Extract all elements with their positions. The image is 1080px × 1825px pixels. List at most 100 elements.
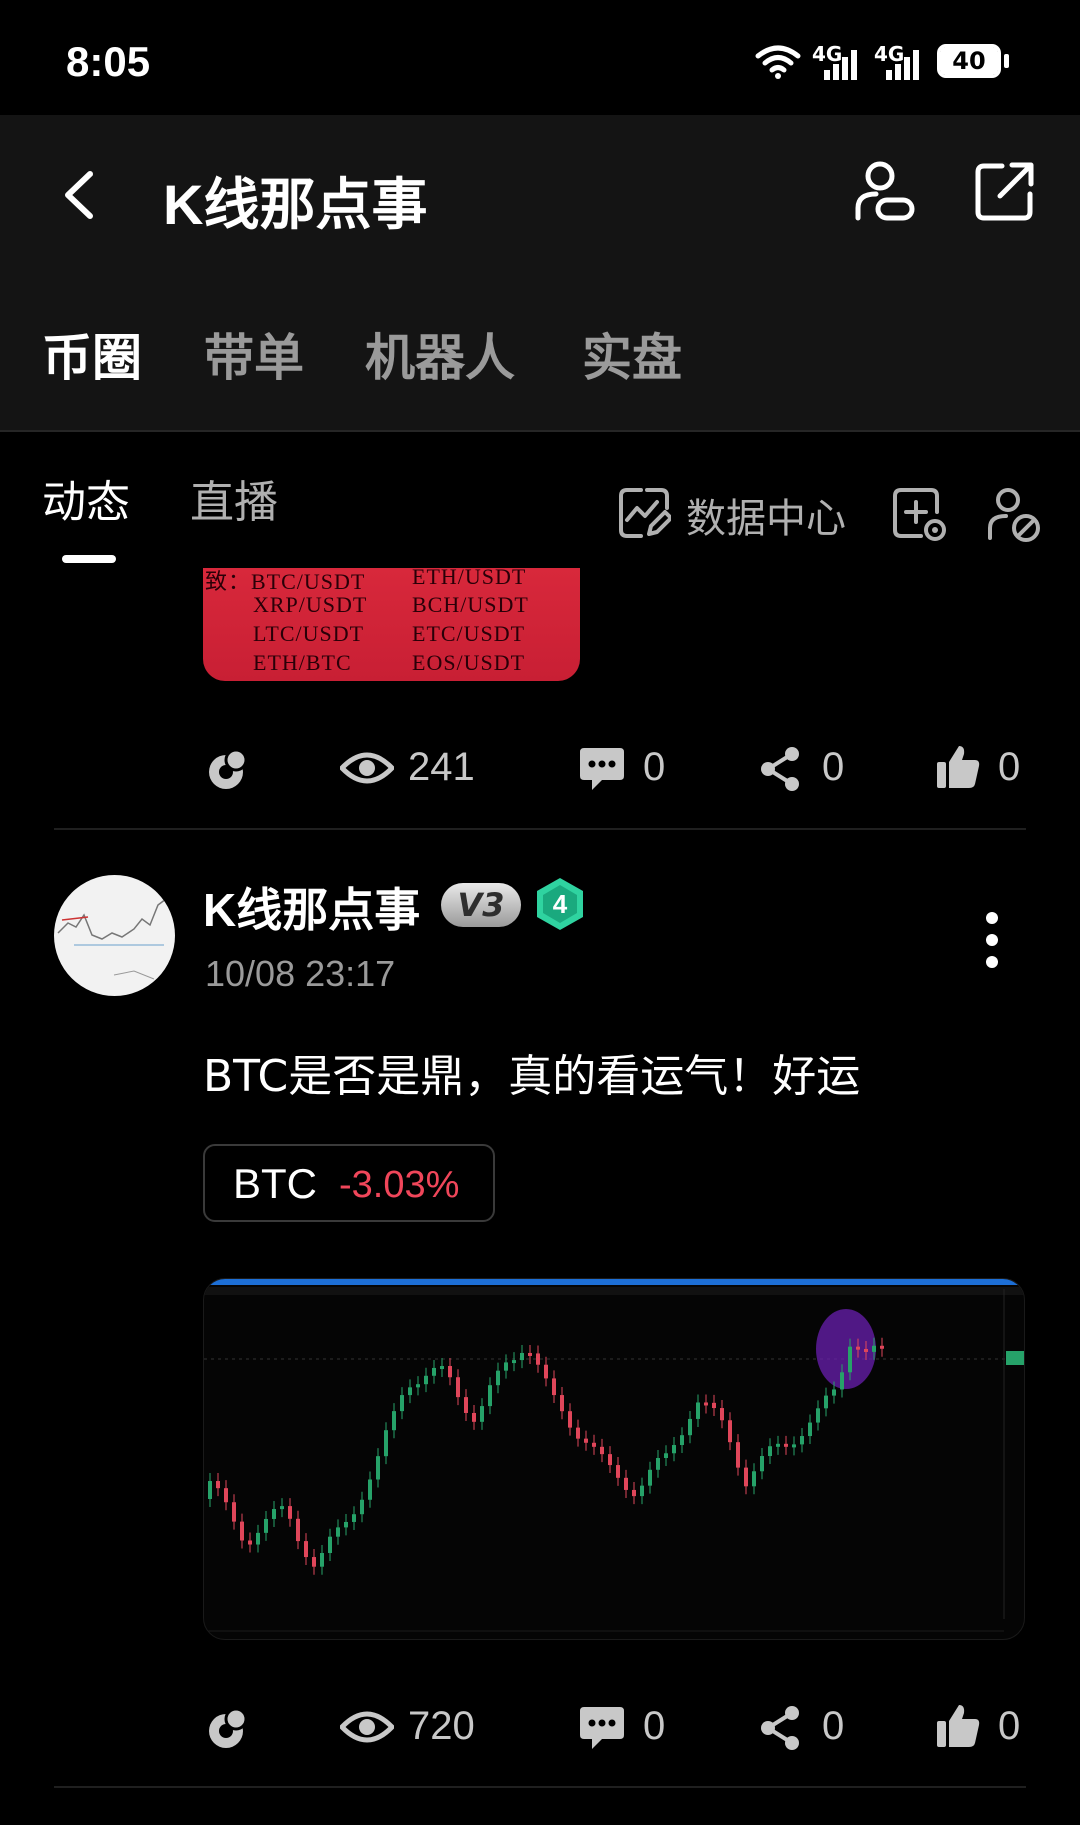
tab-robot[interactable]: 机器人 [365, 318, 515, 390]
like-icon[interactable] [935, 744, 981, 790]
post-image[interactable]: 致：BTC/USDT ETH/USDT XRP/USDT BCH/USDT LT… [203, 568, 580, 681]
chart-top-bar [204, 1279, 1024, 1285]
candle-body [544, 1364, 548, 1379]
repost-icon[interactable] [206, 746, 252, 792]
avatar-chart-image [57, 892, 175, 980]
candle-body [368, 1479, 372, 1500]
candle-body [216, 1481, 220, 1489]
candle-body [440, 1366, 444, 1370]
pair-label: ETH/USDT [412, 568, 527, 589]
candle-body [592, 1442, 596, 1447]
status-bar: 8:05 4G 4G 40 [0, 0, 1080, 115]
like-icon[interactable] [935, 1703, 981, 1749]
candle-body [256, 1532, 260, 1545]
candle-body [816, 1408, 820, 1423]
active-tab-indicator [62, 555, 116, 563]
candle-body [424, 1375, 428, 1385]
tab-feed[interactable]: 动态 [42, 466, 130, 530]
candle-body [240, 1521, 244, 1541]
chart-edit-icon[interactable] [617, 486, 671, 540]
candle-body [648, 1469, 652, 1486]
candle-body [848, 1346, 852, 1373]
chart-info-strip [204, 1287, 1024, 1295]
tab-live-trading[interactable]: 实盘 [582, 318, 682, 390]
candle-body [320, 1553, 324, 1567]
candle-body [472, 1412, 476, 1422]
post-chart-image[interactable] [203, 1278, 1025, 1640]
comments-count: 0 [643, 1704, 666, 1748]
candle-body [312, 1557, 316, 1567]
repost-icon[interactable] [206, 1705, 252, 1751]
candle-body [776, 1443, 780, 1447]
candle-body [840, 1372, 844, 1390]
tab-live[interactable]: 直播 [190, 466, 278, 530]
tab-bi-quan[interactable]: 币圈 [42, 318, 142, 390]
candle-body [672, 1445, 676, 1454]
user-card-icon[interactable] [852, 158, 916, 224]
wifi-icon [755, 45, 801, 79]
candle-body [384, 1430, 388, 1457]
share-icon[interactable] [758, 746, 802, 792]
share-icon[interactable] [758, 1705, 802, 1751]
candle-body [512, 1360, 516, 1364]
candle-body [208, 1481, 212, 1499]
share-out-icon[interactable] [974, 160, 1036, 222]
data-center-link[interactable]: 数据中心 [686, 486, 846, 544]
candle-body [632, 1489, 636, 1497]
candle-body [560, 1395, 564, 1412]
candle-body [392, 1411, 396, 1431]
pair-label: LTC/USDT [253, 621, 365, 646]
candle-body [576, 1427, 580, 1439]
candle-body [400, 1395, 404, 1412]
pair-label: ETC/USDT [412, 621, 526, 646]
candle-body [536, 1353, 540, 1365]
back-icon[interactable] [60, 170, 100, 220]
candle-body [248, 1540, 252, 1545]
candle-body [552, 1378, 556, 1396]
header-divider [0, 430, 1080, 432]
candle-body [504, 1362, 508, 1371]
user-settings-icon[interactable] [986, 486, 1042, 542]
candle-body [760, 1456, 764, 1472]
candle-body [264, 1518, 268, 1533]
candle-body [640, 1485, 644, 1497]
ticker-chip[interactable]: BTC -3.03% [203, 1144, 495, 1222]
candle-body [800, 1436, 804, 1445]
vip-badge: V3 [441, 883, 521, 927]
candle-body [464, 1397, 468, 1413]
candle-body [704, 1402, 708, 1406]
candle-body [528, 1352, 532, 1356]
app-header [0, 115, 1080, 430]
signal-icon [886, 50, 919, 80]
candle-body [824, 1395, 828, 1409]
avatar[interactable] [54, 875, 175, 996]
candle-body [296, 1518, 300, 1542]
more-options-icon[interactable] [982, 910, 1002, 970]
battery-level: 40 [940, 47, 998, 75]
candle-body [288, 1506, 292, 1519]
comments-count: 0 [643, 745, 666, 789]
views-count: 720 [408, 1704, 475, 1748]
signal-icon [824, 50, 857, 80]
level-number: 4 [553, 889, 568, 919]
ticker-change: -3.03% [339, 1164, 460, 1206]
shares-count: 0 [822, 745, 845, 789]
views-icon [340, 1711, 394, 1743]
author-name[interactable]: K线那点事 [203, 874, 420, 940]
pair-label: BCH/USDT [412, 592, 529, 617]
comment-icon[interactable] [578, 748, 626, 792]
candle-body [344, 1521, 348, 1528]
candle-body [600, 1446, 604, 1455]
candle-body [232, 1502, 236, 1522]
candle-body [584, 1438, 588, 1443]
candlestick-chart [204, 1279, 1024, 1632]
candle-body [336, 1527, 340, 1537]
battery-tip [1004, 54, 1009, 68]
level-badge: 4 [537, 878, 583, 930]
candle-body [624, 1477, 628, 1490]
post-time: 10/08 23:17 [205, 953, 396, 994]
tab-dai-dan[interactable]: 带单 [204, 318, 304, 390]
shares-count: 0 [822, 1704, 845, 1748]
add-post-icon[interactable] [891, 486, 947, 542]
comment-icon[interactable] [578, 1707, 626, 1751]
